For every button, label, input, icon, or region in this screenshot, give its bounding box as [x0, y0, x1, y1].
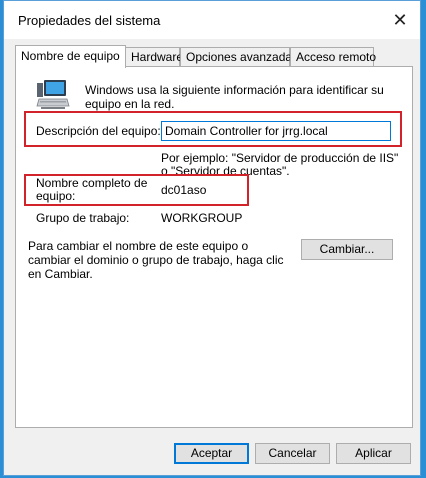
tab-acceso-remoto[interactable]: Acceso remoto — [290, 47, 376, 66]
tab-nombre-de-equipo[interactable]: Nombre de equipo — [15, 45, 126, 68]
full-name-label: Nombre completo de equipo: — [36, 176, 148, 203]
system-properties-window: Propiedades del sistema ✕ Nombre de equi… — [3, 0, 421, 476]
window-title: Propiedades del sistema — [18, 13, 161, 28]
close-button[interactable]: ✕ — [386, 7, 414, 33]
tab-opciones-avanzadas[interactable]: Opciones avanzadas — [180, 47, 298, 66]
change-instructions: Para cambiar el nombre de este equipo o … — [28, 239, 284, 281]
cancel-button[interactable]: Cancelar — [255, 443, 330, 464]
workgroup-label: Grupo de trabajo: — [36, 211, 130, 225]
full-name-value: dc01aso — [161, 183, 207, 197]
title-bar[interactable]: Propiedades del sistema ✕ — [4, 1, 420, 39]
tab-strip: Nombre de equipo Hardware Opciones avanz… — [15, 45, 415, 68]
apply-button[interactable]: Aplicar — [336, 443, 411, 464]
ok-button[interactable]: Aceptar — [174, 443, 249, 464]
description-label: Descripción del equipo: — [36, 124, 161, 138]
workgroup-value: WORKGROUP — [161, 211, 243, 225]
computer-name-panel: Windows usa la siguiente información par… — [15, 66, 413, 428]
change-button[interactable]: Cambiar... — [301, 239, 393, 260]
tab-hardware[interactable]: Hardware — [125, 47, 183, 66]
description-input[interactable]: Domain Controller for jrrg.local — [161, 121, 391, 141]
computer-icon — [36, 80, 70, 109]
info-text: Windows usa la siguiente información par… — [85, 83, 384, 111]
close-icon: ✕ — [392, 9, 408, 30]
